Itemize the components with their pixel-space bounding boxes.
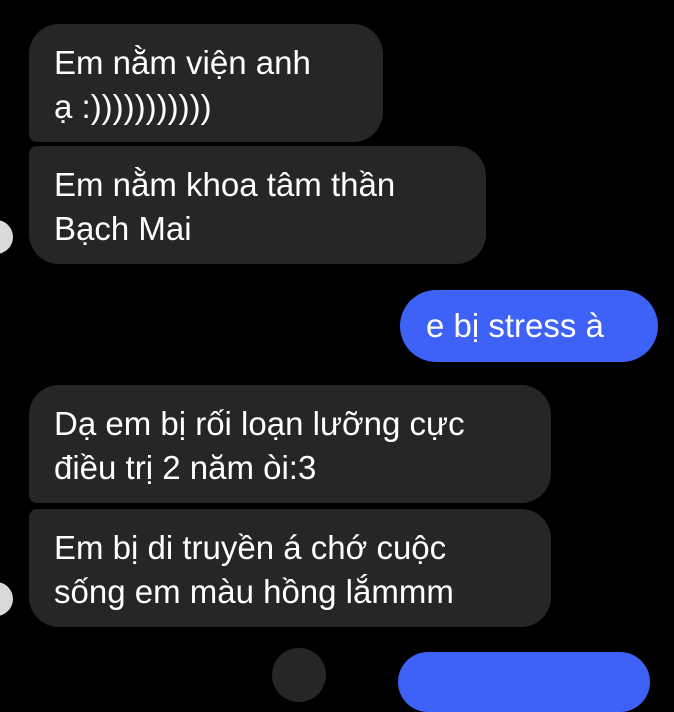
- incoming-message-bubble[interactable]: Em nằm khoa tâm thần Bạch Mai: [29, 146, 486, 264]
- chat-thread: Em nằm viện anh ạ :))))))))))) Em nằm kh…: [0, 0, 674, 712]
- sender-avatar[interactable]: [0, 582, 13, 616]
- incoming-message-bubble[interactable]: Dạ em bị rối loạn lưỡng cực điều trị 2 n…: [29, 385, 551, 503]
- incoming-message-bubble[interactable]: Em bị di truyền á chớ cuộc sống em màu h…: [29, 509, 551, 627]
- sender-avatar[interactable]: [0, 220, 13, 254]
- partial-outgoing-message-bubble[interactable]: [398, 652, 650, 712]
- outgoing-message-bubble[interactable]: e bị stress à: [400, 290, 658, 362]
- incoming-message-bubble[interactable]: Em nằm viện anh ạ :))))))))))): [29, 24, 383, 142]
- partial-incoming-item[interactable]: [272, 648, 326, 702]
